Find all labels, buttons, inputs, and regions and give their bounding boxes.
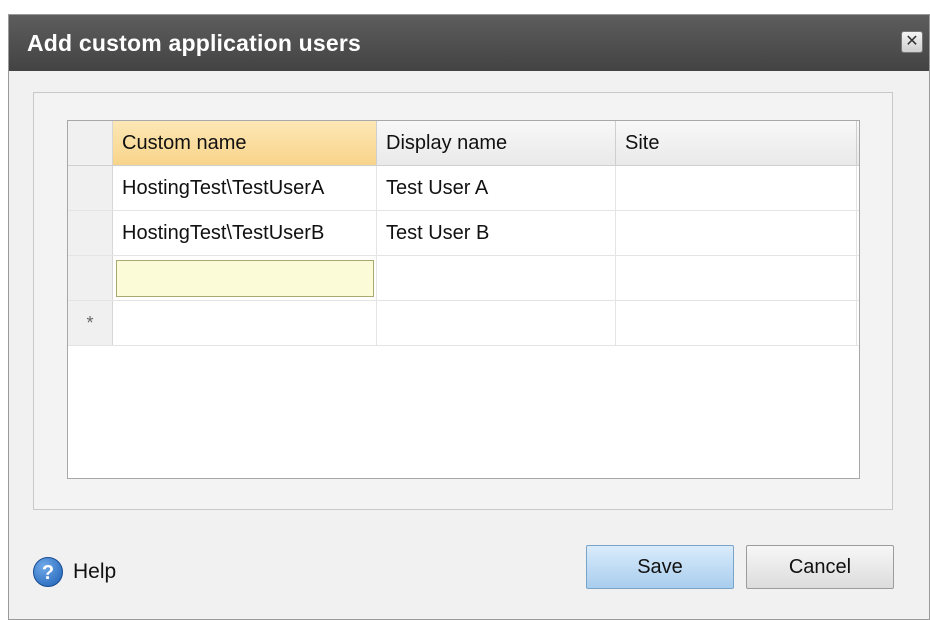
cell-site[interactable]: [616, 256, 857, 300]
cell-custom-name[interactable]: HostingTest\TestUserA: [113, 166, 377, 210]
cell-site[interactable]: [616, 166, 857, 210]
custom-name-input[interactable]: [116, 260, 374, 297]
row-selector[interactable]: [68, 166, 113, 210]
grid-header-row: Custom name Display name Site: [68, 121, 859, 166]
close-icon[interactable]: ✕: [901, 31, 923, 53]
users-grid: Custom name Display name Site HostingTes…: [67, 120, 860, 479]
row-selector-header: [68, 121, 113, 165]
row-selector[interactable]: [68, 256, 113, 300]
help-link[interactable]: ? Help: [33, 555, 116, 589]
cell-custom-name[interactable]: [113, 301, 377, 345]
cell-site[interactable]: [616, 211, 857, 255]
column-header-display-name[interactable]: Display name: [377, 121, 616, 165]
cell-display-name[interactable]: [377, 301, 616, 345]
new-row-marker[interactable]: *: [68, 301, 113, 345]
cell-display-name[interactable]: [377, 256, 616, 300]
table-row-new[interactable]: *: [68, 301, 859, 346]
cell-site[interactable]: [616, 301, 857, 345]
help-icon[interactable]: ?: [33, 557, 63, 587]
dialog-title: Add custom application users: [27, 30, 362, 56]
table-row[interactable]: HostingTest\TestUserB Test User B: [68, 211, 859, 256]
dialog-titlebar: Add custom application users ✕: [9, 15, 929, 71]
table-row-editing[interactable]: [68, 256, 859, 301]
cell-custom-name[interactable]: HostingTest\TestUserB: [113, 211, 377, 255]
column-header-site[interactable]: Site: [616, 121, 857, 165]
cell-display-name[interactable]: Test User B: [377, 211, 616, 255]
table-row[interactable]: HostingTest\TestUserA Test User A: [68, 166, 859, 211]
column-header-custom-name[interactable]: Custom name: [113, 121, 377, 165]
cancel-button[interactable]: Cancel: [746, 545, 894, 589]
row-selector[interactable]: [68, 211, 113, 255]
help-label[interactable]: Help: [73, 560, 116, 584]
save-button[interactable]: Save: [586, 545, 734, 589]
cell-display-name[interactable]: Test User A: [377, 166, 616, 210]
